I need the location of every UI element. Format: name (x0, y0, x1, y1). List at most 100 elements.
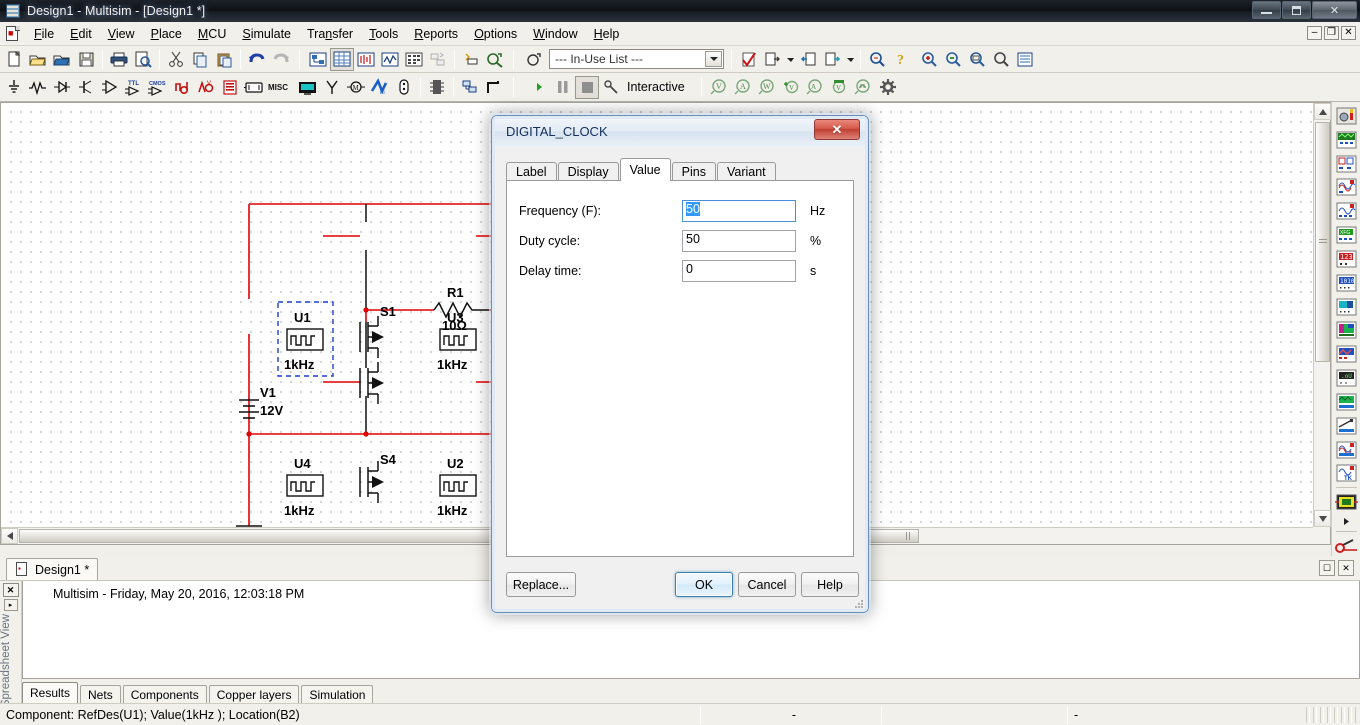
transient-icon[interactable]: XFG (1334, 223, 1359, 247)
tektronix-oscilloscope-icon[interactable]: TK (1334, 461, 1359, 485)
menu-mcu[interactable]: MCU (190, 24, 234, 44)
place-mcu-icon[interactable] (425, 76, 449, 99)
place-misc-icon[interactable]: MISC (266, 76, 296, 99)
help-icon[interactable]: ? (889, 48, 913, 71)
open-design-icon[interactable] (50, 48, 74, 71)
scroll-down-icon[interactable] (1314, 510, 1331, 527)
dialog-resize-grip[interactable] (854, 599, 864, 609)
bode-plotter-icon[interactable]: V (828, 76, 852, 99)
mdi-minimize-button[interactable]: – (1307, 26, 1322, 40)
dialog-tab-display[interactable]: Display (557, 162, 619, 181)
zoom-in-icon[interactable] (917, 48, 941, 71)
help-button[interactable]: Help (801, 572, 859, 597)
scroll-left-icon[interactable] (1, 528, 18, 544)
place-analog-icon[interactable] (98, 76, 122, 99)
back-annotate-in-icon[interactable] (796, 48, 820, 71)
redo-icon[interactable] (269, 48, 293, 71)
agilent-oscilloscope-icon[interactable] (1334, 438, 1359, 462)
vertical-scroll-thumb[interactable] (1315, 122, 1330, 362)
cancel-button[interactable]: Cancel (738, 572, 796, 597)
place-indicator-icon[interactable] (218, 76, 242, 99)
mdi-close-button[interactable]: ✕ (1341, 26, 1356, 40)
function-generator-icon[interactable]: A (732, 76, 756, 99)
spectrum-analyzer-icon[interactable] (1334, 342, 1359, 366)
dc-analysis-icon[interactable] (1334, 199, 1359, 223)
find-icon[interactable] (865, 48, 889, 71)
run-button[interactable] (527, 76, 551, 99)
scroll-up-icon[interactable] (1314, 103, 1331, 120)
delay-time-input[interactable]: 0 (682, 260, 796, 282)
design-tab[interactable]: ▪ Design1 * (6, 558, 99, 580)
menu-edit[interactable]: Edit (62, 24, 100, 44)
open-icon[interactable] (26, 48, 50, 71)
minimize-button[interactable] (1252, 1, 1281, 19)
place-cmos-icon[interactable]: CMOS (146, 76, 170, 99)
four-channel-osc-icon[interactable]: A (804, 76, 828, 99)
place-misc-digital-icon[interactable] (170, 76, 194, 99)
digital-123-icon[interactable]: 123 (1334, 247, 1359, 271)
menu-help[interactable]: Help (586, 24, 628, 44)
menu-window[interactable]: Window (525, 24, 585, 44)
menu-place[interactable]: Place (143, 24, 190, 44)
instrument-dropdown-icon[interactable] (1334, 514, 1359, 529)
multimeter-icon[interactable]: V (708, 76, 732, 99)
chevron-down-icon[interactable] (705, 51, 722, 67)
place-power-icon[interactable] (242, 76, 266, 99)
place-source-icon[interactable] (2, 76, 26, 99)
undo-icon[interactable] (245, 48, 269, 71)
resize-grip[interactable] (1306, 707, 1358, 723)
tab-results[interactable]: Results (22, 682, 79, 703)
toggle-spreadsheet-icon[interactable] (330, 47, 354, 71)
analog-graph-icon[interactable] (1334, 128, 1359, 152)
distortion-analyzer-icon[interactable] (1334, 318, 1359, 342)
forward-dropdown[interactable] (844, 48, 856, 71)
place-mixed-icon[interactable]: V (194, 76, 218, 99)
menu-file[interactable]: File (26, 24, 62, 44)
spreadsheet-pin-button[interactable]: ▸ (3, 599, 18, 611)
menu-transfer[interactable]: Transfer (299, 24, 361, 44)
measurement-probe-icon[interactable] (1334, 104, 1359, 128)
in-use-list-combo[interactable]: --- In-Use List --- (549, 49, 724, 69)
spreadsheet-close-button[interactable]: ✕ (2, 583, 19, 597)
dialog-close-button[interactable]: ✕ (814, 119, 860, 140)
zoom-full-icon[interactable] (1013, 48, 1037, 71)
agilent-multimeter-icon[interactable] (1334, 414, 1359, 438)
tab-components[interactable]: Components (122, 685, 207, 703)
place-ttl-icon[interactable]: TTL (122, 76, 146, 99)
maximize-button[interactable] (1282, 1, 1311, 19)
design-tab-restore-button[interactable]: ☐ (1319, 560, 1335, 576)
ac-analysis-icon[interactable] (1334, 175, 1359, 199)
place-basic-icon[interactable] (26, 76, 50, 99)
postprocessor-icon[interactable] (402, 48, 426, 71)
replace-button[interactable]: Replace... (506, 572, 576, 597)
mdi-restore-button[interactable]: ❐ (1324, 26, 1339, 40)
menu-reports[interactable]: Reports (406, 24, 466, 44)
close-button[interactable]: ✕ (1312, 1, 1357, 19)
word-generator-icon[interactable] (876, 76, 900, 99)
erc-icon[interactable] (736, 48, 760, 71)
place-transistor-icon[interactable] (74, 76, 98, 99)
toggle-design-toolbox-icon[interactable] (306, 48, 330, 71)
forward-annotate-icon[interactable] (820, 48, 844, 71)
tab-nets[interactable]: Nets (80, 685, 121, 703)
ok-button[interactable]: OK (675, 572, 733, 597)
place-electromechanical-icon[interactable]: M (344, 76, 368, 99)
design-tab-close-button[interactable]: ✕ (1338, 560, 1354, 576)
place-connectors-icon[interactable] (392, 76, 416, 99)
tab-copper-layers[interactable]: Copper layers (208, 685, 300, 703)
stop-button[interactable] (575, 75, 599, 99)
current-probe-icon[interactable] (1334, 534, 1359, 558)
paste-icon[interactable] (212, 48, 236, 71)
frequency-input[interactable]: 50 (682, 200, 796, 222)
sp1-icon[interactable] (354, 48, 378, 71)
transfer-out-icon[interactable] (760, 48, 784, 71)
place-bus-icon[interactable] (482, 76, 506, 99)
menu-view[interactable]: View (100, 24, 143, 44)
dialog-tab-label[interactable]: Label (506, 162, 557, 181)
zoom-fit-icon[interactable] (989, 48, 1013, 71)
wattmeter-icon[interactable]: W (756, 76, 780, 99)
place-rf-icon[interactable] (320, 76, 344, 99)
print-preview-icon[interactable] (131, 48, 155, 71)
menu-tools[interactable]: Tools (361, 24, 406, 44)
transfer-out-dropdown[interactable] (784, 48, 796, 71)
